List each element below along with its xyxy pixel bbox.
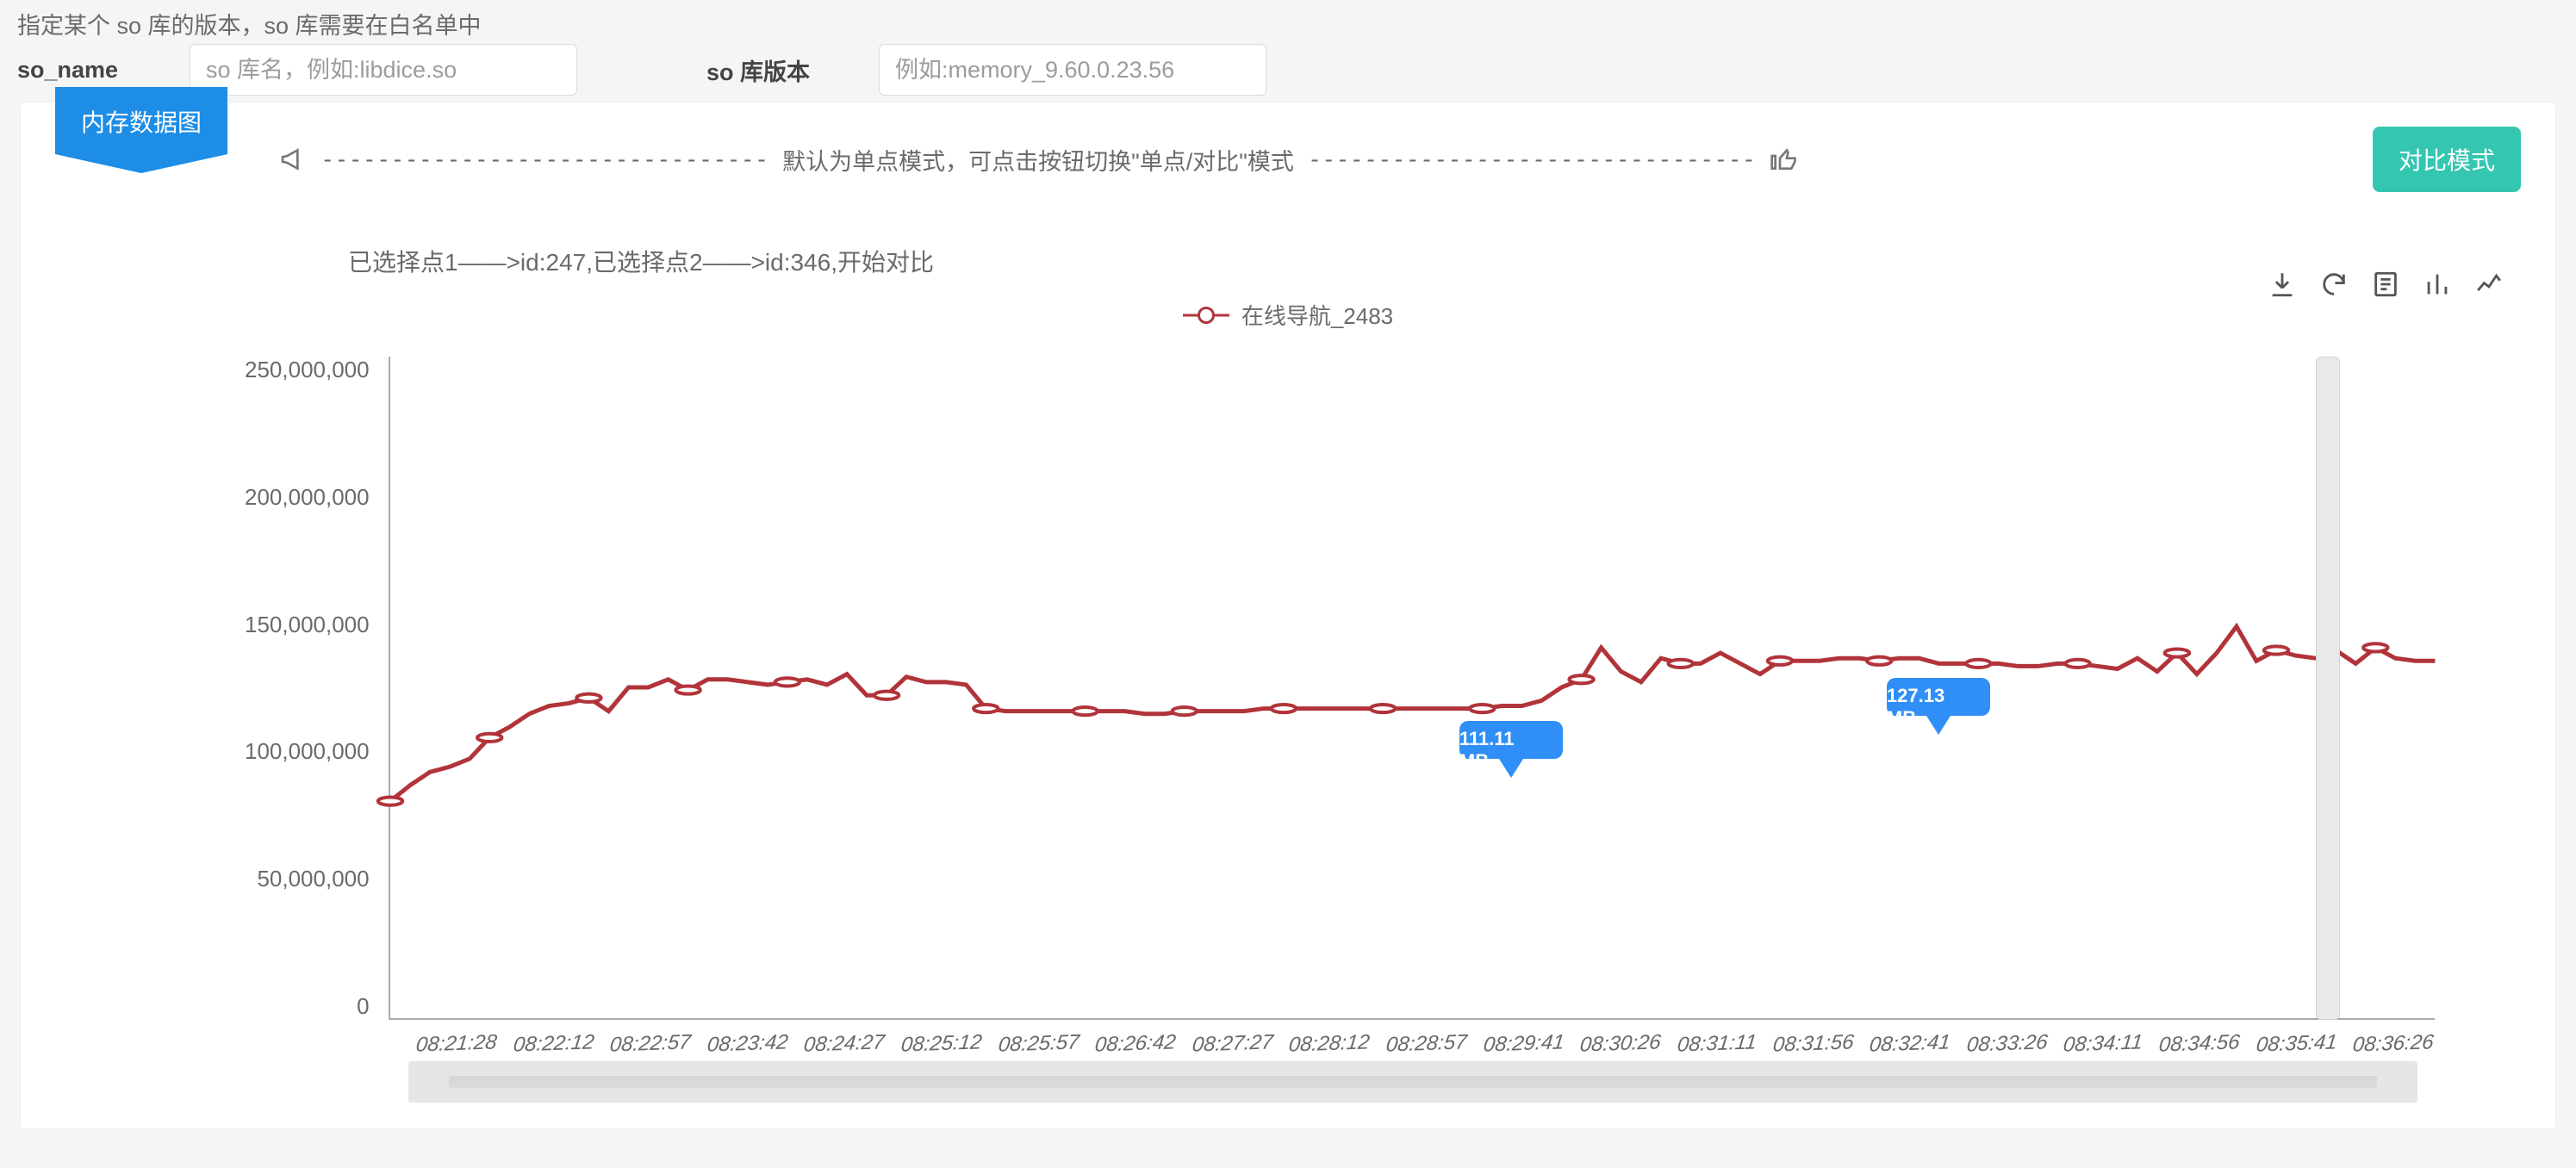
line-chart-icon[interactable]	[2474, 270, 2504, 299]
x-tick: 08:29:41	[1482, 1030, 1565, 1057]
so-name-input[interactable]	[190, 44, 577, 96]
x-tick: 08:23:42	[706, 1030, 789, 1057]
x-tick: 08:33:26	[1965, 1030, 2049, 1057]
selection-subtitle: 已选择点1——>id:247,已选择点2——>id:346,开始对比	[21, 192, 2555, 278]
mode-dash-right: --------------------------------	[1308, 146, 1756, 173]
x-tick: 08:26:42	[1093, 1030, 1177, 1057]
data-view-icon[interactable]	[2371, 270, 2400, 299]
y-tick: 0	[357, 993, 369, 1020]
bar-chart-icon[interactable]	[2423, 270, 2452, 299]
x-tick: 08:32:41	[1868, 1030, 1951, 1057]
x-tick: 08:22:12	[512, 1030, 595, 1057]
x-tick: 08:22:57	[609, 1030, 693, 1057]
form-hint-text: 指定某个 so 库的版本，so 库需要在白名单中	[17, 5, 2559, 44]
y-axis: 250,000,000 200,000,000 150,000,000 100,000…	[245, 357, 389, 1020]
x-tick: 08:31:56	[1771, 1030, 1855, 1057]
x-tick: 08:28:12	[1288, 1030, 1372, 1057]
x-tick: 08:34:56	[2157, 1030, 2241, 1057]
download-icon[interactable]	[2268, 270, 2297, 299]
legend-marker-icon	[1183, 306, 1229, 325]
x-tick: 08:31:11	[1676, 1030, 1758, 1057]
mode-note-text: 默认为单点模式，可点击按钮切换"单点/对比"模式	[782, 143, 1294, 177]
x-tick: 08:21:28	[414, 1030, 498, 1057]
y-tick: 200,000,000	[245, 484, 370, 511]
thumbs-up-icon	[1770, 146, 1797, 173]
chart-plot-area[interactable]: 111.11 MB127.13 MB	[389, 357, 2435, 1020]
x-tick: 08:28:57	[1384, 1030, 1468, 1057]
x-tick: 08:30:26	[1578, 1030, 1662, 1057]
x-tick: 08:27:27	[1191, 1030, 1274, 1057]
data-zoom-scrubber[interactable]	[408, 1061, 2417, 1103]
data-zoom-handle[interactable]	[2316, 357, 2340, 1020]
refresh-icon[interactable]	[2319, 270, 2349, 299]
megaphone-icon	[279, 146, 307, 173]
so-version-input[interactable]	[879, 44, 1266, 96]
chart-legend[interactable]: 在线导航_2483	[21, 278, 2555, 357]
x-tick: 08:36:26	[2352, 1030, 2436, 1057]
x-tick: 08:24:27	[803, 1030, 887, 1057]
x-tick: 08:35:41	[2255, 1030, 2338, 1057]
memory-chart-card: 内存数据图 -------------------------------- 默…	[21, 103, 2555, 1128]
y-tick: 50,000,000	[257, 866, 369, 892]
y-tick: 150,000,000	[245, 612, 370, 638]
legend-series-label: 在线导航_2483	[1241, 299, 1393, 331]
x-tick: 08:34:11	[2063, 1030, 2144, 1057]
chart-toolbox	[2268, 270, 2504, 299]
y-tick: 250,000,000	[245, 357, 370, 383]
so-name-label: so_name	[17, 57, 129, 84]
so-version-label: so 库版本	[706, 53, 818, 87]
y-tick: 100,000,000	[245, 738, 370, 765]
x-tick: 08:25:12	[899, 1030, 983, 1057]
so-filter-form: 指定某个 so 库的版本，so 库需要在白名单中 so_name so 库版本	[0, 0, 2576, 103]
x-tick: 08:25:57	[997, 1030, 1080, 1057]
mode-dash-left: --------------------------------	[320, 146, 768, 173]
x-axis: 08:21:28 08:22:12 08:22:57 08:23:42 08:24:27…	[18, 1020, 2558, 1056]
compare-mode-button[interactable]: 对比模式	[2373, 127, 2521, 192]
